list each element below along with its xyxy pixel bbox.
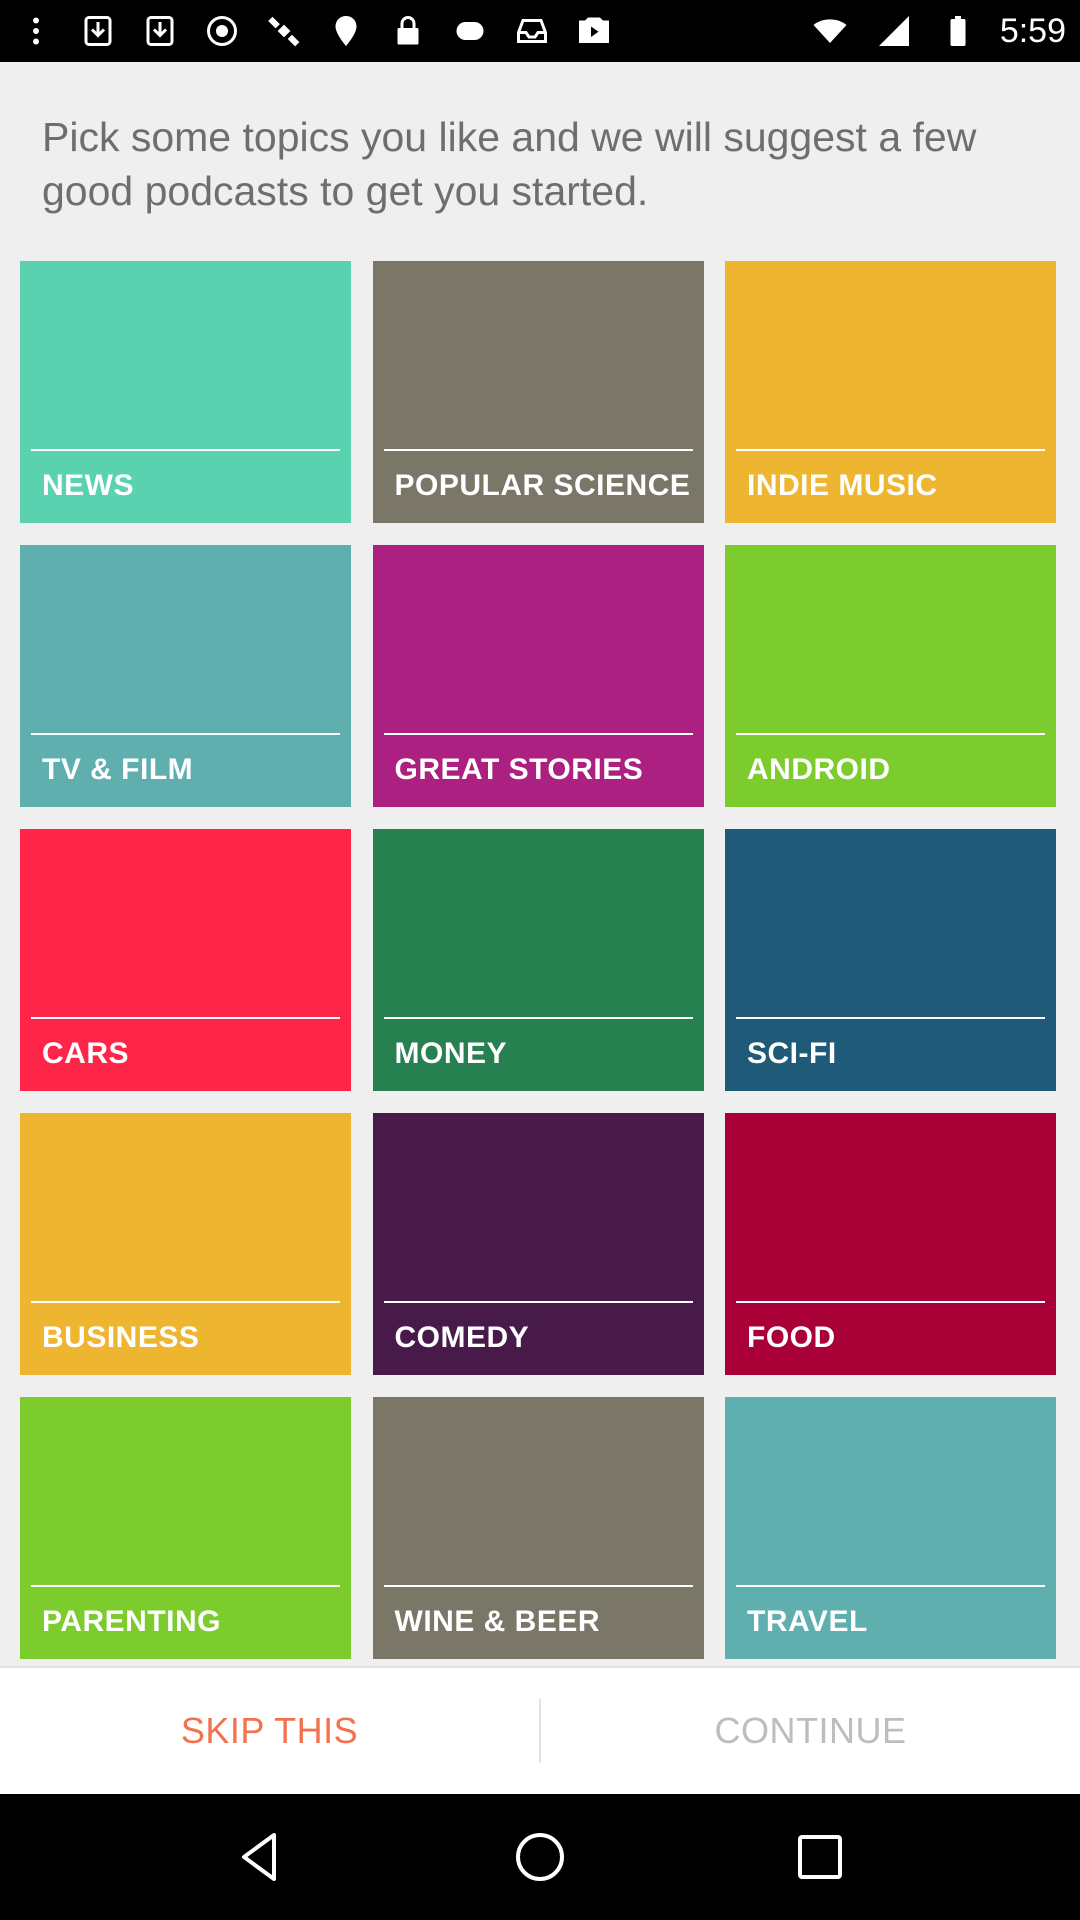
action-bar: SKIP THIS CONTINUE [0, 1666, 1080, 1794]
sync-icon [200, 9, 244, 53]
topic-tile-comedy[interactable]: COMEDY [372, 1113, 704, 1375]
topic-tile-travel[interactable]: TRAVEL [725, 1397, 1056, 1659]
tile-divider [31, 733, 340, 735]
recents-button[interactable] [775, 1812, 865, 1902]
tile-divider [383, 449, 693, 451]
topic-tile-business[interactable]: BUSINESS [20, 1113, 351, 1375]
tile-divider [383, 733, 693, 735]
download-icon [138, 9, 182, 53]
lock-icon [386, 9, 430, 53]
system-indicators: 5:59 [808, 9, 1066, 53]
tile-divider [31, 1585, 340, 1587]
tile-divider [31, 1301, 340, 1303]
topic-label: ANDROID [747, 753, 891, 786]
topic-tile-android[interactable]: ANDROID [725, 545, 1056, 807]
navigation-bar [0, 1794, 1080, 1920]
clock: 5:59 [999, 11, 1066, 50]
tile-divider [736, 1301, 1045, 1303]
tile-divider [383, 1017, 693, 1019]
topic-label: NEWS [42, 469, 134, 502]
topic-tile-wine-beer[interactable]: WINE & BEER [372, 1397, 704, 1659]
back-icon [242, 1833, 276, 1881]
signal-icon [872, 9, 916, 53]
topic-tile-indie-music[interactable]: INDIE MUSIC [725, 261, 1056, 523]
topic-label: INDIE MUSIC [747, 469, 938, 502]
topic-label: TRAVEL [747, 1605, 868, 1638]
topic-tile-news[interactable]: NEWS [20, 261, 351, 523]
topic-label: SCI-FI [747, 1037, 837, 1070]
topic-tile-cars[interactable]: CARS [20, 829, 351, 1091]
tile-divider [736, 1585, 1045, 1587]
download-icon [76, 9, 120, 53]
topic-grid: NEWS POPULAR SCIENCE INDIE MUSIC TV & FI… [20, 261, 1060, 1659]
topic-label: PARENTING [42, 1605, 221, 1638]
topic-tile-sci-fi[interactable]: SCI-FI [725, 829, 1056, 1091]
topic-label: FOOD [747, 1321, 836, 1354]
back-button[interactable] [215, 1812, 305, 1902]
home-button[interactable] [495, 1812, 585, 1902]
play-icon [572, 9, 616, 53]
tile-divider [31, 1017, 340, 1019]
status-bar: 5:59 [0, 0, 1080, 62]
tile-divider [31, 449, 340, 451]
topic-tile-great-stories[interactable]: GREAT STORIES [372, 545, 704, 807]
continue-button[interactable]: CONTINUE [541, 1668, 1080, 1794]
intro-text: Pick some topics you like and we will su… [42, 114, 977, 214]
tile-divider [383, 1301, 693, 1303]
topic-tile-parenting[interactable]: PARENTING [20, 1397, 351, 1659]
tile-divider [736, 1017, 1045, 1019]
satellite-icon [262, 9, 306, 53]
inbox-icon [510, 9, 554, 53]
topic-label: MONEY [394, 1037, 508, 1070]
topic-label: COMEDY [394, 1321, 530, 1354]
topic-label: POPULAR SCIENCE [394, 469, 691, 502]
topic-label: GREAT STORIES [394, 753, 644, 786]
topic-label: TV & FILM [42, 753, 194, 786]
topic-label: CARS [42, 1037, 130, 1070]
home-icon [516, 1833, 564, 1881]
topic-label: BUSINESS [42, 1321, 200, 1354]
topic-tile-money[interactable]: MONEY [372, 829, 704, 1091]
topic-label: WINE & BEER [394, 1605, 601, 1638]
game-icon [448, 9, 492, 53]
recents-icon [798, 1835, 842, 1879]
tile-divider [383, 1585, 693, 1587]
topic-picker: Pick some topics you like and we will su… [0, 62, 1080, 1666]
wifi-icon [808, 9, 852, 53]
notification-icons [14, 9, 616, 53]
tile-divider [736, 733, 1045, 735]
skip-button[interactable]: SKIP THIS [0, 1668, 539, 1794]
dots-icon [14, 9, 58, 53]
topic-tile-popular-science[interactable]: POPULAR SCIENCE [372, 261, 704, 523]
topic-tile-tv-film[interactable]: TV & FILM [20, 545, 351, 807]
fake-gps-icon [324, 9, 368, 53]
tile-divider [736, 449, 1045, 451]
topic-tile-food[interactable]: FOOD [725, 1113, 1056, 1375]
battery-icon [936, 9, 980, 53]
